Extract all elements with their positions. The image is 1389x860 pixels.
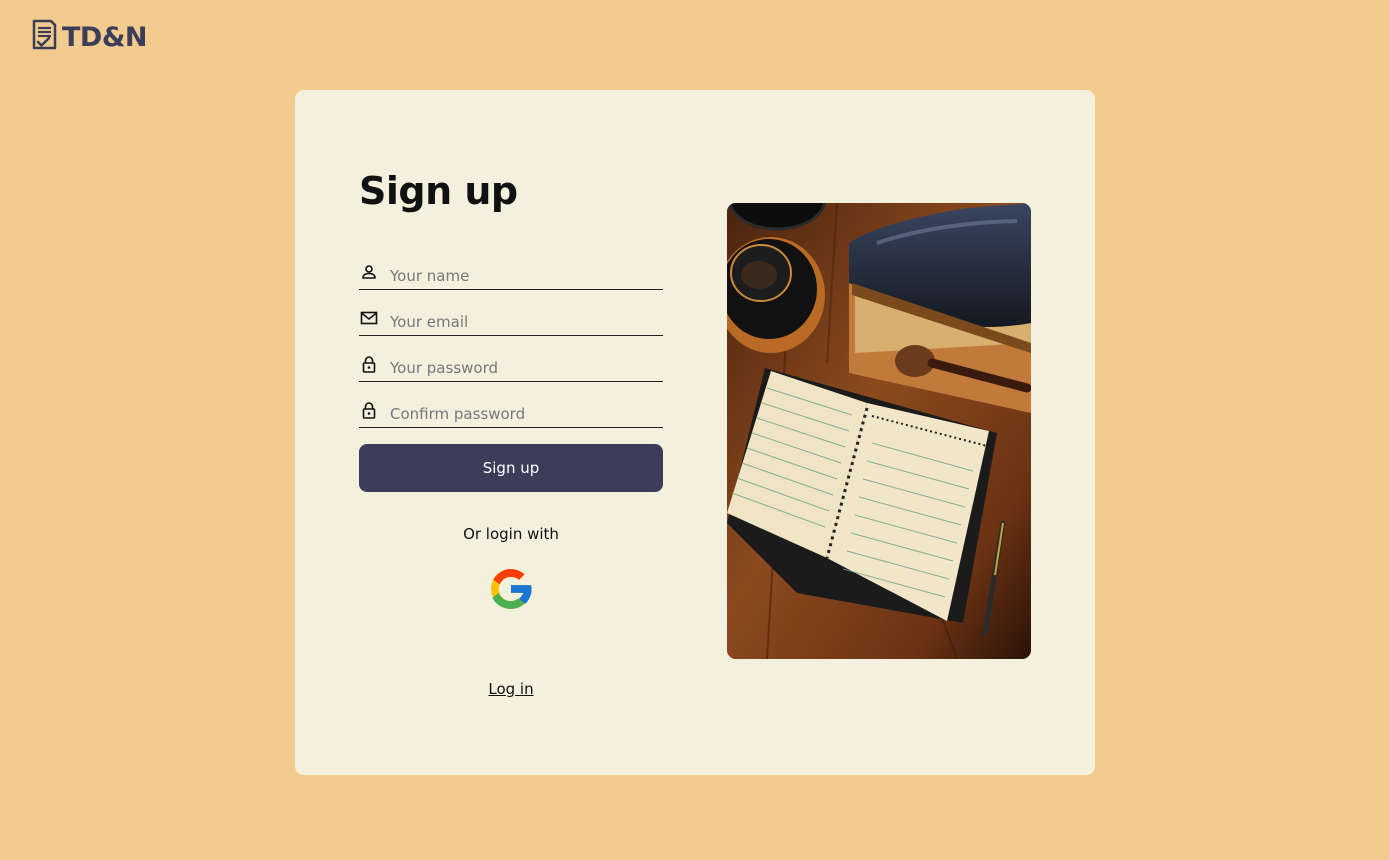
alt-login-text: Or login with [463,525,559,543]
login-link[interactable]: Log in [359,680,663,698]
signup-card: Sign up Your name Your email Sign up Or … [295,90,1095,775]
confirm-password-input[interactable] [390,401,663,427]
lock-icon [359,354,378,373]
signup-form: Sign up Your name Your email Sign up Or … [359,168,663,698]
brand-logo[interactable]: TD&N [30,19,147,56]
signup-button[interactable]: Sign up [359,444,663,492]
page-title: Sign up [359,169,518,213]
notebook-desk-image [727,203,1031,659]
person-icon [359,262,378,281]
password-field [359,352,663,382]
name-input[interactable] [390,263,663,289]
confirm-password-field [359,398,663,428]
checklist-document-icon [30,19,58,56]
google-icon[interactable] [485,563,537,615]
password-input[interactable] [390,355,663,381]
email-field [359,306,663,336]
mail-icon [359,308,378,327]
lock-icon [359,400,378,419]
email-input[interactable] [390,309,663,335]
brand-name: TD&N [62,21,147,53]
name-field [359,260,663,290]
